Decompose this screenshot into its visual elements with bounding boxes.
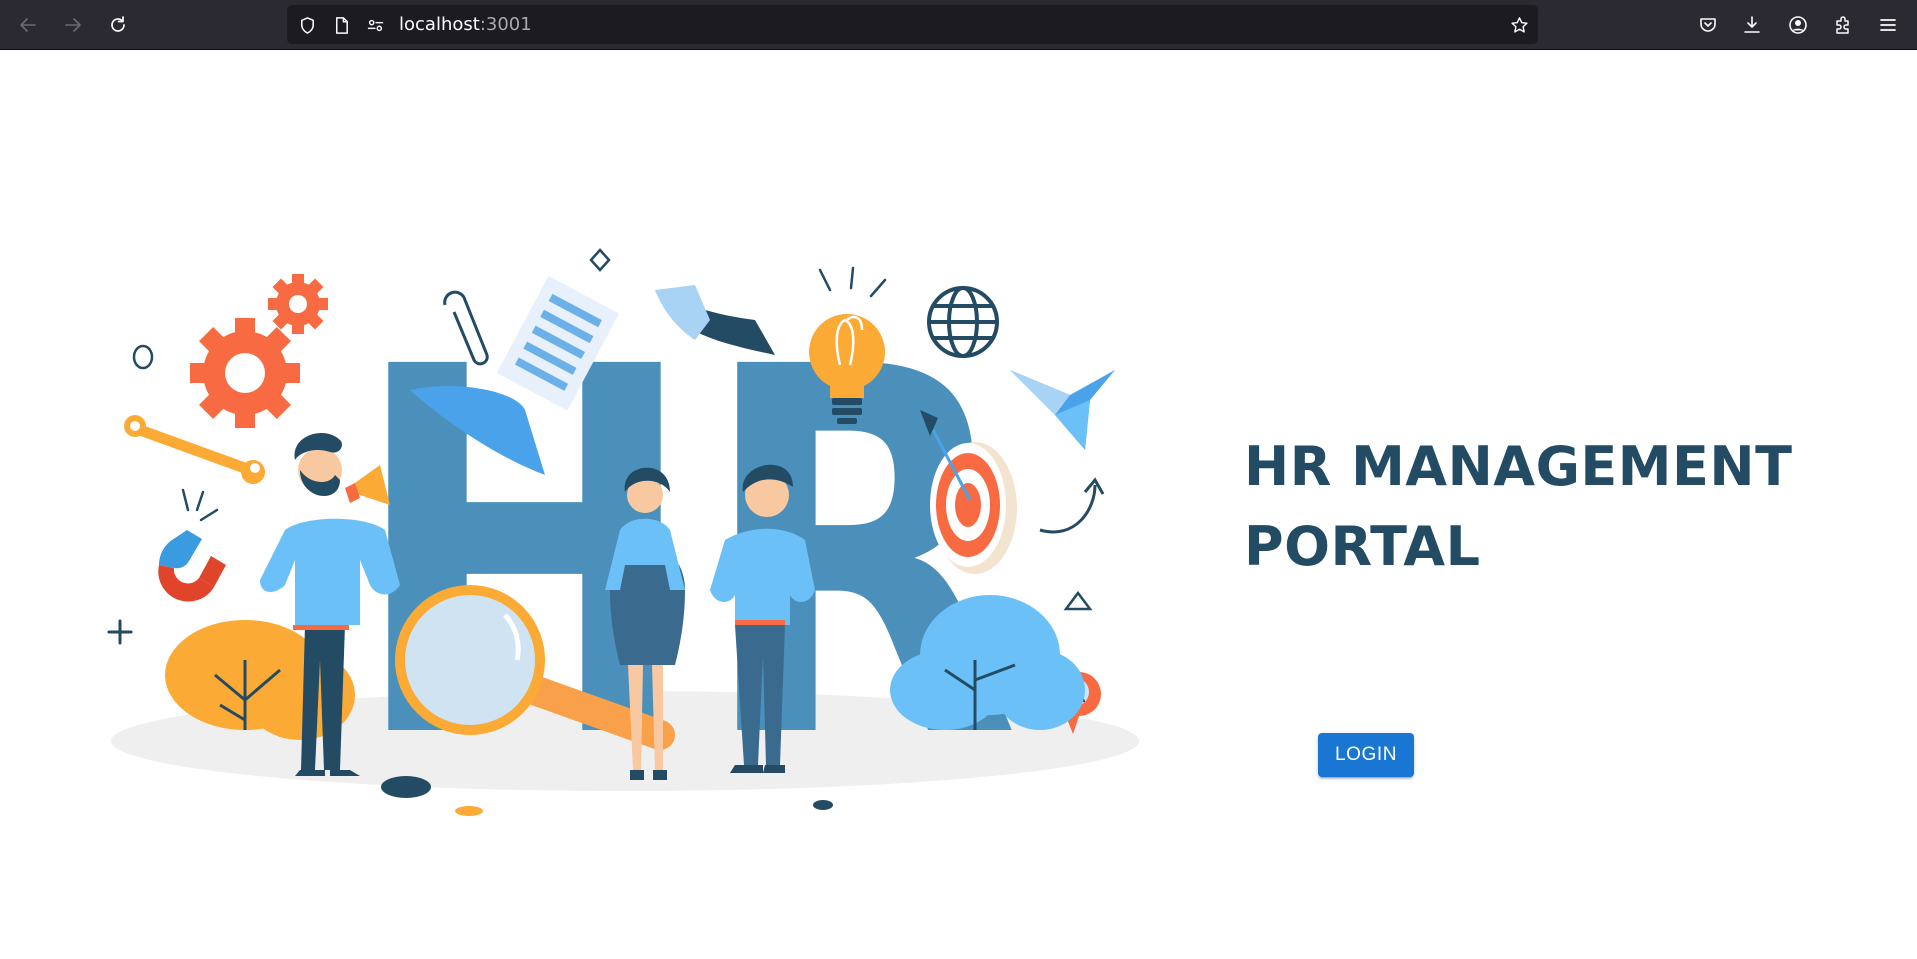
pocket-icon	[1700, 18, 1716, 32]
back-button[interactable]	[12, 9, 44, 41]
account-button[interactable]	[1782, 9, 1814, 41]
browser-toolbar: localhost:3001	[0, 0, 1917, 50]
permissions-icon[interactable]	[364, 14, 386, 36]
decor-triangle	[1063, 590, 1093, 611]
decor-circle	[132, 344, 154, 370]
hr-big-letters: HR	[350, 262, 1020, 830]
menu-button[interactable]	[1872, 9, 1904, 41]
reload-button[interactable]	[102, 9, 134, 41]
page-title-line-1: HR MANAGEMENT	[1244, 435, 1793, 498]
hr-illustration: HR	[107, 248, 1139, 830]
url-text[interactable]: localhost:3001	[399, 15, 532, 35]
url-port: :3001	[479, 14, 532, 35]
arrow-right-icon	[65, 18, 81, 32]
gear-icon	[190, 318, 300, 428]
url-host: localhost	[399, 14, 480, 35]
small-gear-icon	[268, 274, 328, 334]
magnet-icon	[158, 488, 226, 602]
paper-bird-icon	[1010, 370, 1115, 450]
hamburger-menu-icon	[1880, 19, 1896, 31]
account-icon	[1789, 16, 1807, 34]
extensions-button[interactable]	[1827, 9, 1859, 41]
puzzle-icon	[1836, 16, 1849, 34]
forward-button[interactable]	[57, 9, 89, 41]
downloads-button[interactable]	[1736, 9, 1768, 41]
reload-icon	[111, 16, 125, 32]
decor-plus	[107, 619, 133, 645]
page-title: HR MANAGEMENT PORTAL	[1244, 427, 1792, 587]
download-icon	[1744, 16, 1760, 33]
arrow-left-icon	[20, 18, 36, 32]
pocket-button[interactable]	[1692, 9, 1724, 41]
login-button[interactable]: LOGIN	[1318, 733, 1414, 777]
page-info-icon[interactable]	[330, 14, 352, 36]
page-title-line-2: PORTAL	[1244, 515, 1481, 578]
bookmark-star-icon[interactable]	[1508, 14, 1530, 36]
shield-icon[interactable]	[296, 14, 318, 36]
address-bar[interactable]: localhost:3001	[287, 5, 1538, 44]
